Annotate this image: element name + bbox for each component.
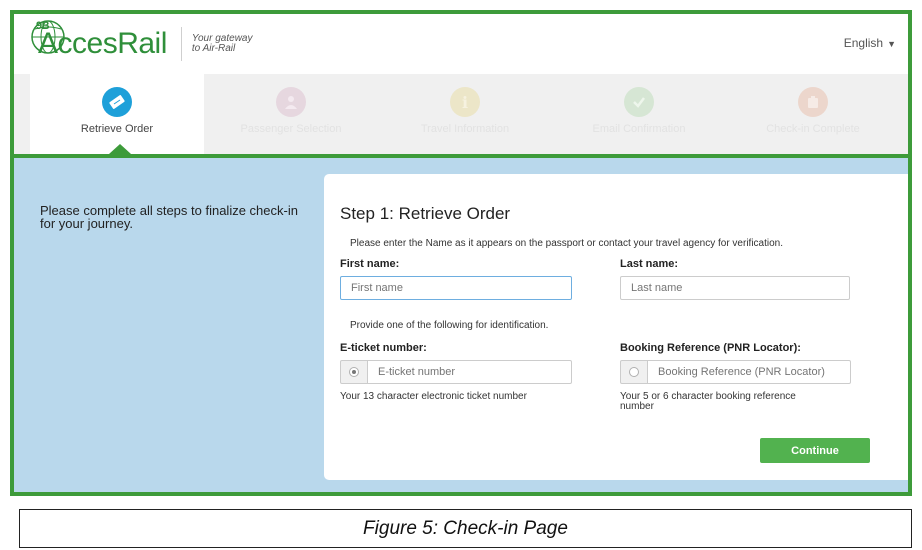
eticket-radio[interactable] [340, 360, 368, 384]
form-instruction: Please enter the Name as it appears on t… [350, 238, 784, 249]
checkin-steps: Retrieve Order Passenger Selection i Tra… [14, 74, 908, 154]
language-selector[interactable]: English ▼ [844, 36, 896, 50]
tagline-line2: to Air-Rail [191, 43, 236, 54]
step-passenger-selection: Passenger Selection [204, 74, 378, 154]
intro-text: Please complete all steps to finalize ch… [40, 203, 298, 231]
retrieve-order-form: Step 1: Retrieve Order Please enter the … [324, 174, 908, 480]
last-name-label: Last name: [620, 258, 679, 270]
continue-button[interactable]: Continue [760, 438, 870, 463]
caret-down-icon: ▼ [887, 39, 896, 49]
radio-selected-icon [349, 367, 359, 377]
step-label: Passenger Selection [240, 123, 342, 135]
pnr-label: Booking Reference (PNR Locator): [620, 342, 801, 354]
eticket-input[interactable] [367, 360, 572, 384]
luggage-icon [798, 87, 828, 117]
radio-unselected-icon [629, 367, 639, 377]
step-checkin-complete: Check-in Complete [726, 74, 900, 154]
pnr-input[interactable] [647, 360, 851, 384]
eticket-label: E-ticket number: [340, 342, 427, 354]
logo-wordmark: 9B AccesRail [31, 20, 167, 59]
step-travel-information: i Travel Information [378, 74, 552, 154]
figure-caption: Figure 5: Check-in Page [19, 509, 912, 548]
step-label: Travel Information [420, 123, 510, 135]
last-name-input[interactable] [620, 276, 850, 300]
first-name-input[interactable] [340, 276, 572, 300]
first-name-label: First name: [340, 258, 400, 270]
step-email-confirmation: Email Confirmation [552, 74, 726, 154]
language-label: English [843, 36, 884, 50]
eticket-help: Your 13 character electronic ticket numb… [340, 391, 527, 402]
step-label: Retrieve Order [80, 123, 154, 135]
form-title: Step 1: Retrieve Order [340, 204, 511, 223]
active-step-pointer [109, 144, 131, 154]
logo-divider [180, 27, 182, 61]
check-icon [624, 87, 654, 117]
main-panel: Please complete all steps to finalize ch… [14, 158, 908, 492]
identification-note: Provide one of the following for identif… [350, 320, 549, 331]
ticket-icon [102, 87, 132, 117]
accesrail-logo[interactable]: 9B AccesRail Your gateway to Air-Rail [31, 20, 253, 64]
header: 9B AccesRail Your gateway to Air-Rail En… [14, 14, 908, 74]
tagline: Your gateway to Air-Rail [192, 34, 253, 54]
person-icon [276, 87, 306, 117]
pnr-help: Your 5 or 6 character booking reference … [620, 391, 796, 412]
step-label: Email Confirmation [592, 123, 686, 135]
step-retrieve-order[interactable]: Retrieve Order [30, 74, 204, 154]
info-icon: i [450, 87, 480, 117]
app-frame: 9B AccesRail Your gateway to Air-Rail En… [10, 10, 912, 496]
step-label: Check-in Complete [766, 123, 860, 135]
pnr-radio[interactable] [620, 360, 648, 384]
logo-badge: 9B [36, 20, 50, 32]
